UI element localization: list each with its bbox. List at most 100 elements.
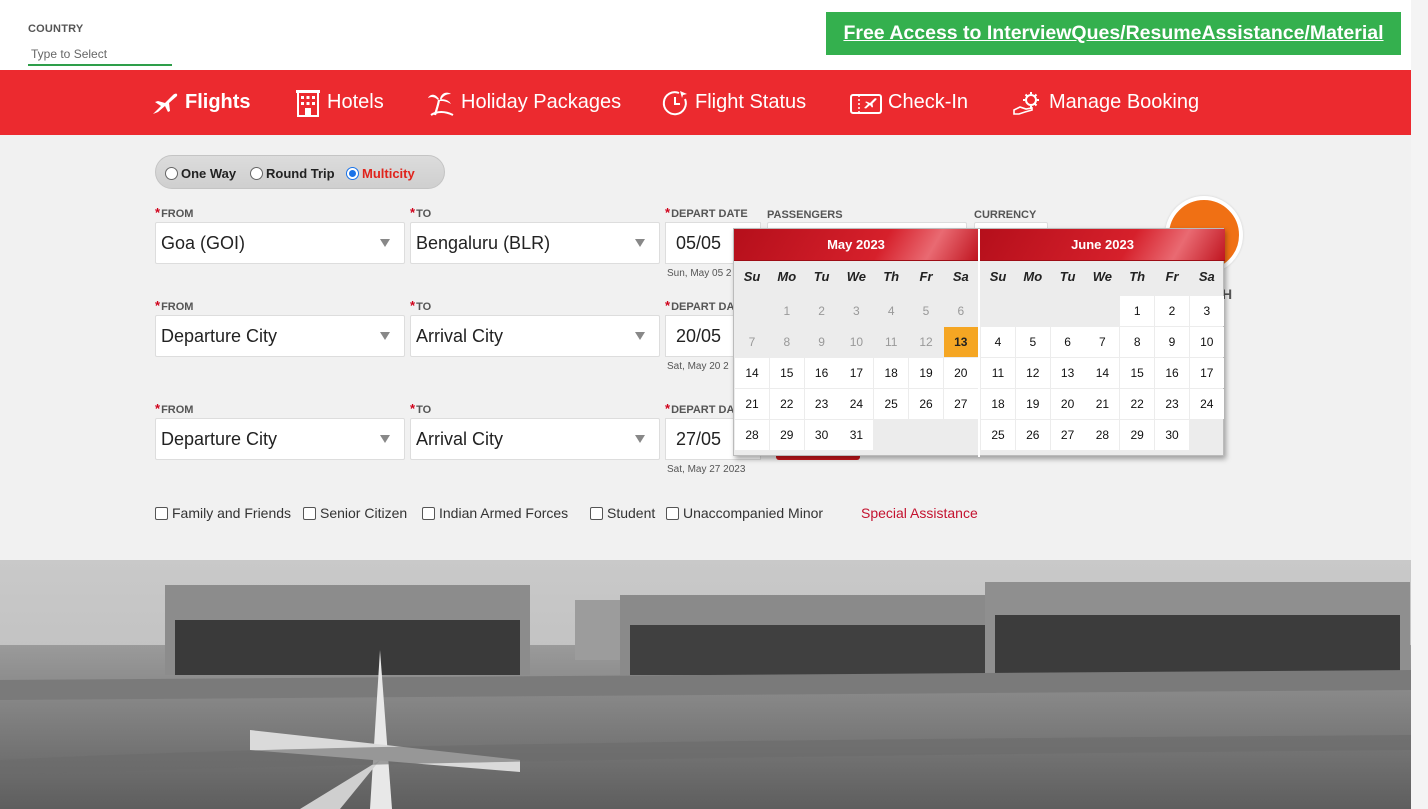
weekday-label: Su (989, 269, 1007, 284)
country-input[interactable] (28, 44, 172, 66)
calendar-day: 8 (769, 327, 804, 357)
leg3-to-select[interactable]: Arrival City (410, 418, 660, 460)
calendar-day: 12 (909, 327, 943, 357)
leg2-to-select[interactable]: Arrival City (410, 315, 660, 357)
calendar-day[interactable]: 17 (839, 358, 874, 388)
passengers-label: PASSENGERS (767, 209, 843, 221)
weekday-label: Th (883, 269, 900, 284)
checkbox-box[interactable] (155, 506, 168, 520)
month-title: May 2023 (734, 229, 978, 261)
nav-item-flight-status[interactable]: Flight Status (661, 70, 806, 135)
weekday-label: Fr (919, 269, 933, 284)
checkbox-box[interactable] (666, 506, 679, 520)
calendar-day[interactable]: 27 (943, 389, 978, 419)
weekday-label: Th (1129, 269, 1146, 284)
calendar-day[interactable]: 23 (804, 389, 839, 419)
calendar-day[interactable]: 9 (1155, 327, 1189, 357)
calendar-day[interactable]: 23 (1155, 389, 1189, 419)
datepicker-popup: May 2023 Su Mo Tu We Th Fr Sa 1 2 3 4 5 6 7 8 9 10 11 12 13… (733, 228, 1225, 457)
chevron-down-icon (635, 435, 645, 443)
calendar-day[interactable]: 15 (1120, 358, 1155, 388)
calendar-day[interactable]: 28 (735, 420, 769, 450)
nav-item-check-in[interactable]: Check-In (850, 70, 968, 135)
calendar-day[interactable]: 13 (1050, 358, 1085, 388)
calendar-day[interactable]: 29 (1120, 420, 1155, 450)
nav-label-hotels: Hotels (327, 91, 384, 113)
nav-item-flights[interactable]: Flights (151, 70, 251, 135)
calendar-day[interactable]: 15 (769, 358, 804, 388)
calendar-day[interactable]: 2 (1155, 296, 1189, 326)
calendar-day[interactable]: 25 (874, 389, 909, 419)
calendar-day[interactable]: 16 (804, 358, 839, 388)
leg2-from-label: *FROM (155, 298, 194, 313)
calendar-day[interactable]: 28 (1085, 420, 1120, 450)
calendar-day[interactable]: 20 (1050, 389, 1085, 419)
calendar-day[interactable]: 1 (1120, 296, 1155, 326)
calendar-day[interactable]: 24 (1189, 389, 1224, 419)
calendar-day[interactable]: 17 (1189, 358, 1224, 388)
leg1-from-select[interactable]: Goa (GOI) (155, 222, 405, 264)
calendar-day[interactable]: 21 (735, 389, 769, 419)
nav-label-manage-booking: Manage Booking (1049, 91, 1200, 113)
calendar-day[interactable]: 27 (1050, 420, 1085, 450)
promo-link[interactable]: Free Access to InterviewQues/ResumeAssis… (826, 12, 1401, 55)
scrollbar[interactable] (1411, 0, 1428, 809)
calendar-day[interactable]: 18 (874, 358, 909, 388)
calendar-day[interactable]: 30 (804, 420, 839, 450)
trip-option-one-way[interactable]: One Way (165, 156, 236, 190)
checkbox-box[interactable] (590, 506, 603, 520)
calendar-day[interactable]: 4 (981, 327, 1015, 357)
radio-round-trip[interactable] (250, 166, 263, 180)
calendar-day[interactable]: 8 (1120, 327, 1155, 357)
checkbox-family-and-friends[interactable]: Family and Friends (155, 504, 291, 522)
calendar-day[interactable]: 22 (1120, 389, 1155, 419)
country-label: COUNTRY (28, 23, 84, 35)
checkbox-box[interactable] (422, 506, 435, 520)
calendar-day[interactable]: 19 (909, 358, 943, 388)
calendar-day[interactable]: 19 (1015, 389, 1050, 419)
calendar-day[interactable]: 7 (1085, 327, 1120, 357)
calendar-day[interactable]: 10 (1189, 327, 1224, 357)
calendar-day[interactable]: 20 (943, 358, 978, 388)
calendar-day[interactable]: 5 (1015, 327, 1050, 357)
calendar-day[interactable]: 21 (1085, 389, 1120, 419)
nav-item-manage-booking[interactable]: Manage Booking (1013, 70, 1199, 135)
calendar-day[interactable]: 26 (909, 389, 943, 419)
weekday-label: Mo (1023, 269, 1043, 284)
checkbox-student[interactable]: Student (590, 504, 655, 522)
radio-one-way[interactable] (165, 166, 178, 180)
calendar-day[interactable]: 29 (769, 420, 804, 450)
plane-icon (153, 93, 178, 114)
calendar-day[interactable]: 26 (1015, 420, 1050, 450)
checkbox-senior-citizen[interactable]: Senior Citizen (303, 504, 407, 522)
calendar-day[interactable]: 30 (1155, 420, 1189, 450)
leg2-from-select[interactable]: Departure City (155, 315, 405, 357)
trip-option-multicity[interactable]: Multicity (346, 156, 415, 190)
checkbox-unaccompanied-minor[interactable]: Unaccompanied Minor (666, 504, 823, 522)
calendar-day: 4 (874, 296, 909, 326)
weekday-label: Tu (813, 269, 830, 284)
leg1-to-select[interactable]: Bengaluru (BLR) (410, 222, 660, 264)
nav-item-hotels[interactable]: Hotels (295, 70, 384, 135)
nav-item-holiday-packages[interactable]: Holiday Packages (427, 70, 621, 135)
calendar-day[interactable]: 18 (981, 389, 1015, 419)
calendar-day[interactable]: 11 (981, 358, 1015, 388)
calendar-day[interactable]: 22 (769, 389, 804, 419)
special-assistance-link[interactable]: Special Assistance (861, 505, 978, 521)
calendar-day[interactable]: 3 (1189, 296, 1224, 326)
leg3-from-select[interactable]: Departure City (155, 418, 405, 460)
calendar-day[interactable]: 16 (1155, 358, 1189, 388)
calendar-day[interactable]: 14 (1085, 358, 1120, 388)
calendar-day[interactable]: 25 (981, 420, 1015, 450)
currency-label: CURRENCY (974, 209, 1037, 221)
radio-multicity[interactable] (346, 166, 359, 180)
calendar-day[interactable]: 14 (735, 358, 769, 388)
calendar-day[interactable]: 12 (1015, 358, 1050, 388)
checkbox-box[interactable] (303, 506, 316, 520)
calendar-day[interactable]: 24 (839, 389, 874, 419)
trip-option-round-trip[interactable]: Round Trip (250, 156, 335, 190)
calendar-day[interactable]: 31 (839, 420, 874, 450)
calendar-day[interactable]: 6 (1050, 327, 1085, 357)
checkbox-indian-armed-forces[interactable]: Indian Armed Forces (422, 504, 568, 522)
calendar-day[interactable]: 13 (943, 327, 978, 357)
